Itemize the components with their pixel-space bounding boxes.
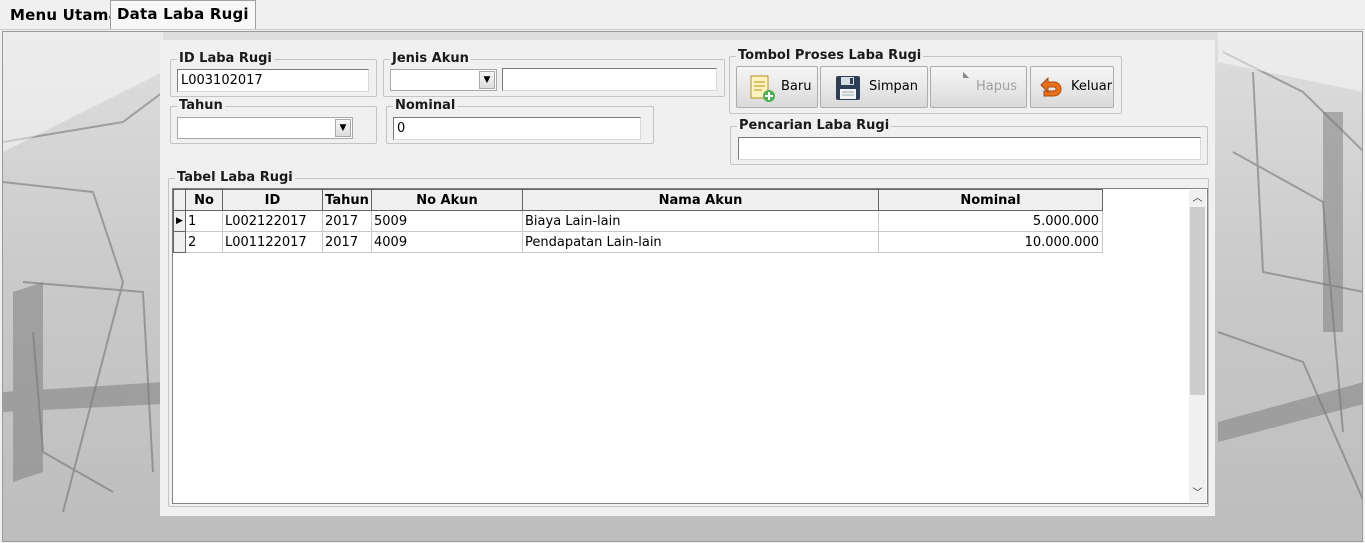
data-grid[interactable]: No ID Tahun No Akun Nama Akun Nominal ▶ … — [172, 188, 1208, 504]
tab-data-laba-rugi[interactable]: Data Laba Rugi — [110, 0, 256, 29]
exit-arrow-icon — [1040, 76, 1062, 97]
cell-tahun: 2017 — [322, 231, 372, 253]
jenis-akun-label: Jenis Akun — [390, 51, 471, 66]
tahun-label: Tahun — [177, 98, 225, 113]
cell-no-akun: 5009 — [371, 210, 523, 232]
hapus-label: Hapus — [976, 79, 1018, 94]
simpan-button[interactable]: Simpan — [820, 66, 928, 108]
tahun-select[interactable]: ▼ — [177, 117, 353, 139]
hapus-button[interactable]: ◣ Hapus — [930, 66, 1027, 108]
pencarian-label: Pencarian Laba Rugi — [737, 118, 892, 133]
vertical-scrollbar[interactable]: ︿ ﹀ — [1189, 190, 1206, 502]
table-row[interactable]: 2 L001122017 2017 4009 Pendapatan Lain-l… — [173, 231, 1103, 253]
baru-label: Baru — [781, 79, 812, 94]
tab-menu-utama[interactable]: Menu Utama — [4, 2, 125, 29]
row-indicator-header — [173, 189, 186, 211]
cell-tahun: 2017 — [322, 210, 372, 232]
new-document-icon — [750, 75, 775, 102]
current-row-indicator-icon: ▶ — [173, 210, 186, 232]
cell-nama-akun: Biaya Lain-lain — [522, 210, 879, 232]
baru-button[interactable]: Baru — [736, 66, 818, 108]
jenis-akun-select[interactable]: ▼ — [390, 69, 497, 91]
laba-rugi-table: No ID Tahun No Akun Nama Akun Nominal ▶ … — [173, 189, 1103, 253]
tombol-proses-label: Tombol Proses Laba Rugi — [736, 48, 924, 63]
table-header-row: No ID Tahun No Akun Nama Akun Nominal — [173, 189, 1103, 211]
column-header-nominal[interactable]: Nominal — [878, 189, 1103, 211]
id-laba-rugi-label: ID Laba Rugi — [177, 51, 274, 66]
cell-nominal: 5.000.000 — [878, 210, 1103, 232]
keluar-label: Keluar — [1071, 79, 1113, 94]
column-header-no[interactable]: No — [185, 189, 223, 211]
cell-no: 1 — [185, 210, 223, 232]
tabel-label: Tabel Laba Rugi — [175, 170, 295, 185]
row-indicator — [173, 231, 186, 253]
nominal-input[interactable]: 0 — [393, 117, 641, 140]
column-header-no-akun[interactable]: No Akun — [371, 189, 523, 211]
chevron-down-icon[interactable]: ▼ — [479, 71, 495, 89]
cell-nominal: 10.000.000 — [878, 231, 1103, 253]
cell-id: L001122017 — [222, 231, 323, 253]
table-row[interactable]: ▶ 1 L002122017 2017 5009 Biaya Lain-lain… — [173, 210, 1103, 232]
column-header-nama-akun[interactable]: Nama Akun — [522, 189, 879, 211]
simpan-label: Simpan — [869, 79, 918, 94]
nominal-label: Nominal — [393, 98, 458, 113]
chevron-up-icon[interactable]: ︿ — [1189, 190, 1206, 207]
cell-no-akun: 4009 — [371, 231, 523, 253]
keluar-button[interactable]: Keluar — [1030, 66, 1114, 108]
column-header-id[interactable]: ID — [222, 189, 323, 211]
cell-no: 2 — [185, 231, 223, 253]
search-input[interactable] — [738, 137, 1201, 160]
delete-icon: ◣ — [963, 70, 970, 79]
chevron-down-icon[interactable]: ▼ — [335, 119, 351, 137]
scrollbar-thumb[interactable] — [1190, 207, 1205, 395]
cell-nama-akun: Pendapatan Lain-lain — [522, 231, 879, 253]
chevron-down-icon[interactable]: ﹀ — [1189, 485, 1206, 502]
jenis-akun-name-input[interactable] — [502, 68, 717, 91]
floppy-disk-icon — [836, 76, 860, 100]
tab-bar: Menu Utama Data Laba Rugi — [0, 0, 1365, 30]
column-header-tahun[interactable]: Tahun — [322, 189, 372, 211]
cell-id: L002122017 — [222, 210, 323, 232]
id-laba-rugi-input[interactable]: L003102017 — [177, 69, 369, 92]
